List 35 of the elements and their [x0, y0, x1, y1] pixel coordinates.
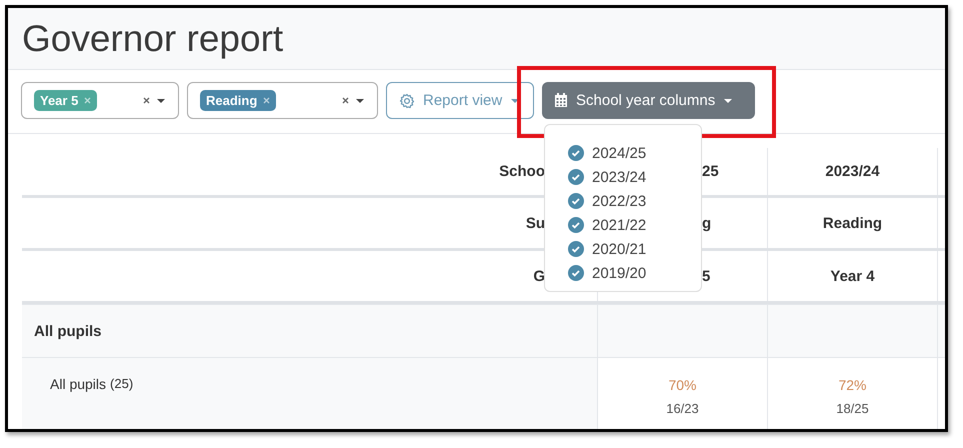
menu-item[interactable]: 2020/21 [592, 240, 646, 258]
caret-icon [156, 98, 166, 104]
filter-tag[interactable]: Reading [200, 90, 276, 111]
school-year-button[interactable]: School year columns [542, 82, 755, 119]
menu-item[interactable]: 2021/22 [592, 216, 646, 234]
caret-icon [723, 98, 734, 104]
fraction: 16/23 [666, 400, 699, 416]
percentage: 72% [838, 376, 867, 392]
percentage: 70% [668, 376, 697, 392]
column-header: G [533, 268, 545, 284]
column-header: Schoo [499, 163, 545, 180]
column-header: 2023/24 [825, 163, 880, 180]
row-label: All pupils [50, 376, 106, 392]
filter-select[interactable]: Reading [187, 82, 378, 119]
menu-item[interactable]: 2023/24 [592, 168, 646, 186]
group-label: All pupils [34, 322, 102, 340]
menu-item[interactable]: 2022/23 [592, 192, 646, 210]
column-header: Year 4 [830, 268, 875, 284]
gear-icon [399, 92, 415, 108]
fraction: 18/25 [836, 400, 869, 416]
remove-icon [263, 97, 270, 104]
column-header: Reading [822, 214, 882, 232]
menu-item[interactable]: 2024/25 [592, 144, 646, 162]
page-title: Governor report [22, 18, 284, 60]
column-header: g [702, 214, 712, 232]
column-header: Su [526, 214, 545, 232]
clear-icon [342, 97, 349, 104]
calendar-icon [554, 93, 568, 108]
column-header: 5 [702, 268, 710, 284]
clear-icon [143, 97, 150, 104]
pupil-count: (25) [110, 376, 134, 391]
remove-icon [84, 97, 92, 104]
caret-icon [355, 98, 365, 104]
menu-item[interactable]: 2019/20 [592, 264, 646, 282]
column-header: 25 [702, 163, 719, 180]
